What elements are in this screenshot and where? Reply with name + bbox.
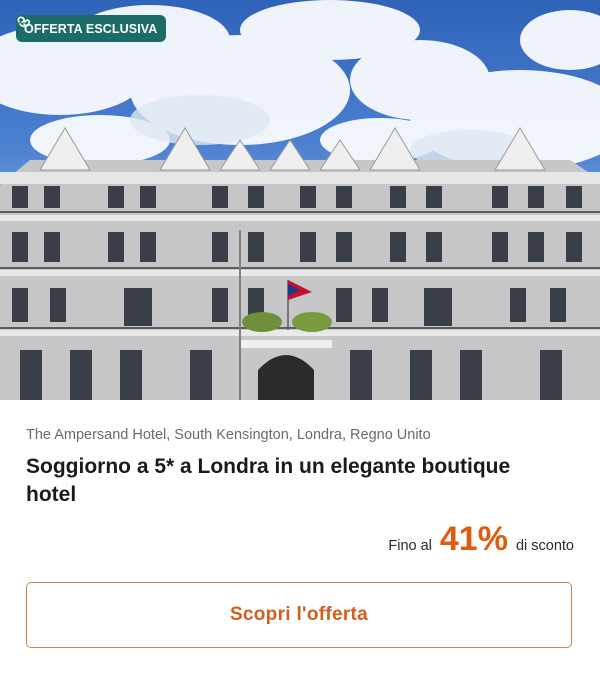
discover-offer-button[interactable]: Scopri l'offerta (26, 582, 572, 648)
hotel-photo[interactable]: OFFERTA ESCLUSIVA (0, 0, 600, 400)
hotel-location: The Ampersand Hotel, South Kensington, L… (26, 427, 431, 443)
brand-logo-icon (17, 16, 30, 28)
badge-label: OFFERTA ESCLUSIVA (24, 21, 158, 36)
discount-value: 41% (439, 520, 508, 558)
hotel-photo-illustration (0, 0, 600, 400)
exclusive-offer-badge: OFFERTA ESCLUSIVA (16, 15, 167, 42)
discount-prefix: Fino al (388, 538, 432, 554)
discount-suffix: di sconto (515, 538, 574, 554)
offer-card[interactable]: OFFERTA ESCLUSIVA The Ampersand Hotel, S… (0, 0, 600, 676)
offer-title[interactable]: Soggiorno a 5* a Londra in un elegante b… (26, 453, 566, 509)
discount-info: Fino al 41% di sconto (388, 520, 574, 559)
